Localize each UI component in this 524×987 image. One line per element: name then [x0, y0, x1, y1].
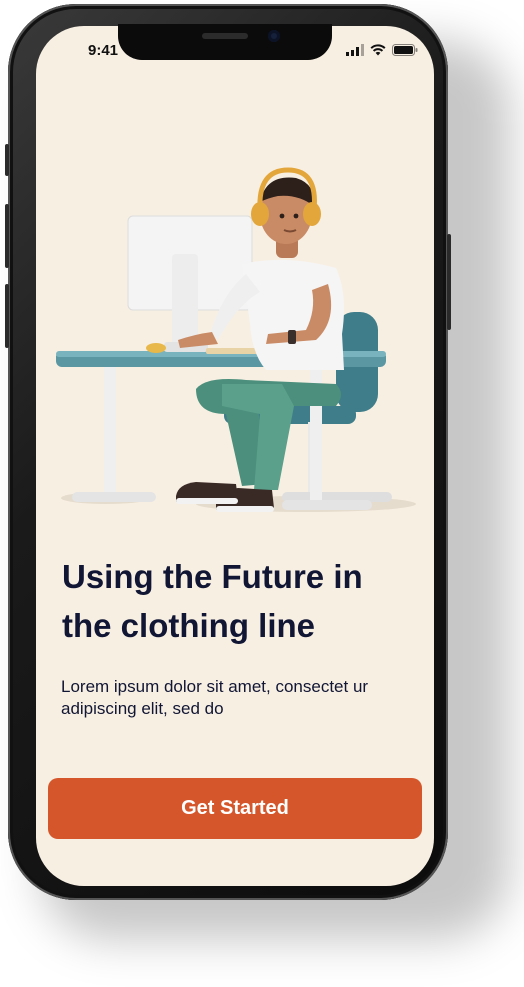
battery-icon [392, 44, 418, 56]
onboarding-title: Using the Future in the clothing line [62, 558, 363, 644]
status-icons [346, 44, 418, 56]
status-time: 9:41 [88, 42, 119, 59]
onboarding-description: Lorem ipsum dolor sit amet, consectet ur… [61, 677, 369, 718]
phone-frame: 9:41 Using the Future in the clothing li… [5, 4, 451, 900]
person-at-desk-illustration [56, 167, 416, 512]
volume-down-button [5, 284, 9, 348]
signal-icon [346, 44, 364, 56]
screen: 9:41 Using the Future in the clothing li… [36, 26, 434, 886]
wifi-icon [370, 44, 386, 56]
front-camera [268, 30, 280, 42]
power-button [447, 234, 451, 330]
mute-switch [5, 144, 9, 176]
speaker-grille [202, 33, 248, 39]
get-started-button[interactable]: Get Started [48, 778, 422, 839]
notch [118, 24, 332, 60]
volume-up-button [5, 204, 9, 268]
